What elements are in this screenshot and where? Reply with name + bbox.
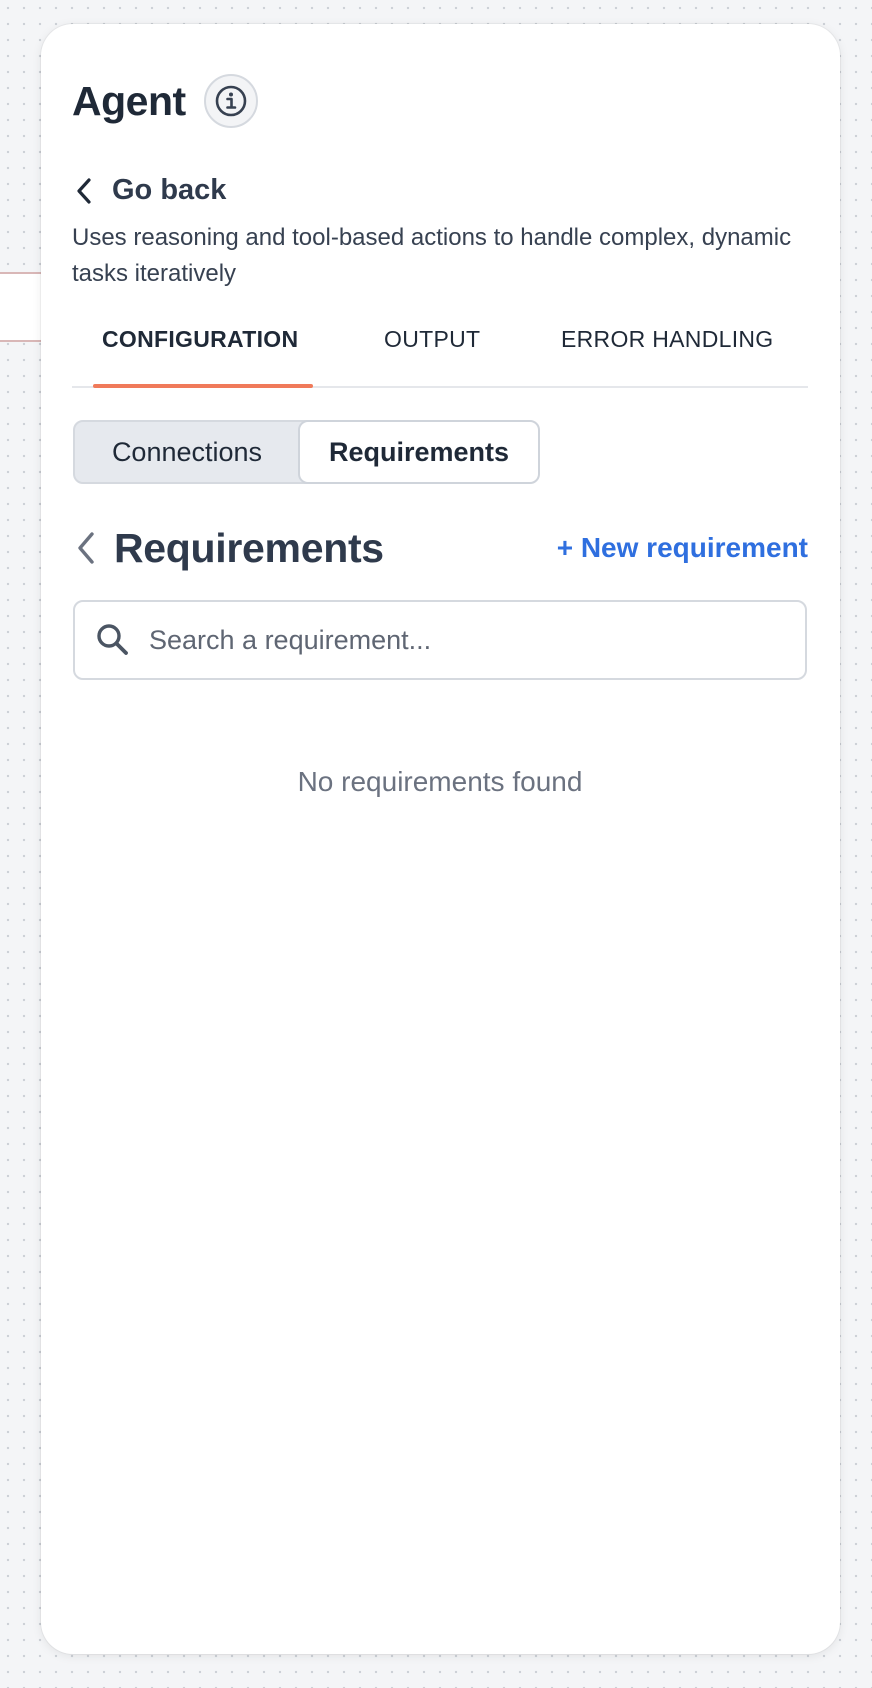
agent-config-panel: Agent Go back Uses reasoning and tool-ba… — [41, 24, 840, 1654]
panel-header: Agent — [72, 74, 258, 128]
search-box — [73, 600, 807, 680]
info-button[interactable] — [203, 74, 258, 128]
tab-error-handling[interactable]: ERROR HANDLING — [561, 326, 774, 353]
segment-connections[interactable]: Connections — [75, 422, 299, 482]
go-back-label: Go back — [112, 174, 227, 206]
chevron-left-icon — [77, 177, 91, 204]
search-icon — [97, 624, 128, 655]
panel-title: Agent — [72, 77, 186, 124]
search-input[interactable] — [149, 624, 769, 656]
new-requirement-button[interactable]: + New requirement — [557, 532, 808, 564]
segment-requirements[interactable]: Requirements — [298, 420, 540, 484]
agent-description: Uses reasoning and tool-based actions to… — [72, 224, 792, 287]
back-chevron-icon[interactable] — [72, 528, 100, 568]
segmented-control: Connections Requirements — [73, 420, 540, 484]
go-back-link[interactable]: Go back — [74, 174, 226, 207]
info-icon — [215, 85, 246, 117]
requirements-header: Requirements + New requirement — [72, 520, 808, 576]
tab-output[interactable]: OUTPUT — [384, 326, 480, 353]
active-tab-indicator — [93, 384, 313, 388]
requirements-title: Requirements — [114, 524, 384, 571]
tab-configuration[interactable]: CONFIGURATION — [102, 326, 298, 353]
tab-bar: CONFIGURATION OUTPUT ERROR HANDLING — [72, 314, 808, 388]
empty-state-message: No requirements found — [297, 766, 583, 797]
